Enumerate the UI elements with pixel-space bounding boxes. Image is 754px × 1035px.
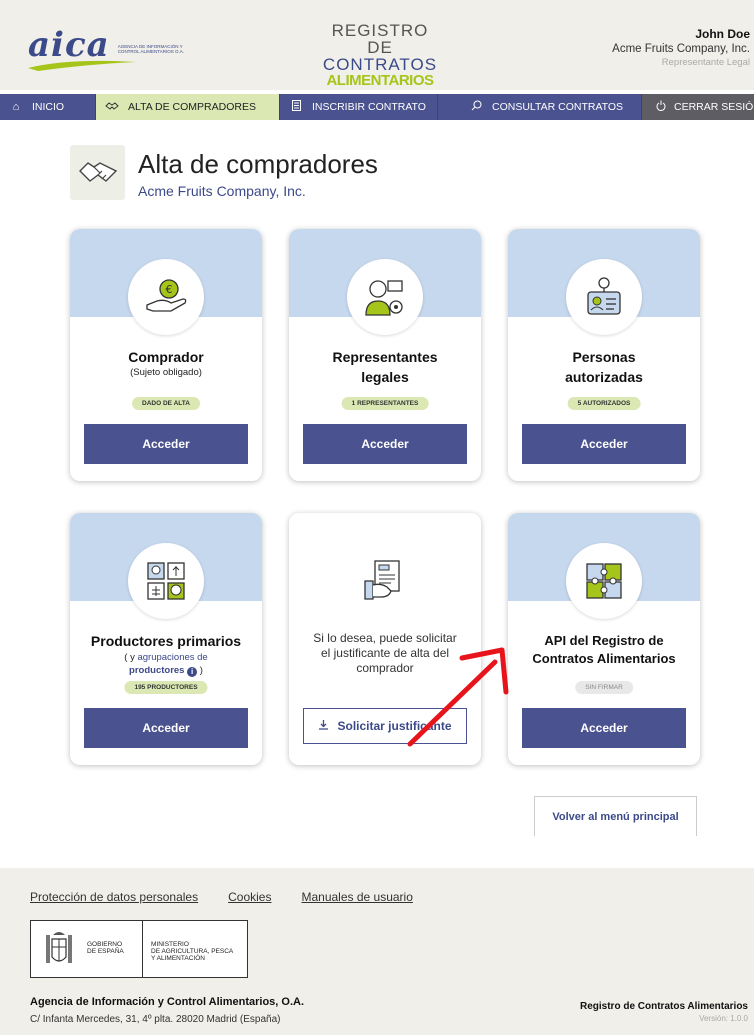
subtitle-suffix: ): [197, 665, 203, 676]
card-title-line2: legales: [361, 369, 409, 385]
annotation-arrow-icon: [407, 647, 509, 747]
representative-icon: [347, 259, 423, 335]
acceder-button[interactable]: Acceder: [84, 424, 248, 464]
card-title-line1: API del Registro de: [544, 633, 664, 648]
status-badge: 5 AUTORIZADOS: [567, 397, 641, 410]
aica-logo[interactable]: aica Agencia de Información y Control Al…: [28, 25, 188, 71]
card-personas-autorizadas: Personas autorizadas 5 AUTORIZADOS Acced…: [508, 229, 700, 481]
acceder-button[interactable]: Acceder: [303, 424, 467, 464]
footer-links: Protección de datos personales Cookies M…: [30, 890, 443, 904]
nav-item-consultar-contratos[interactable]: CONSULTAR CONTRATOS: [438, 94, 642, 120]
card-title-line2: autorizadas: [565, 369, 643, 385]
government-logo: Gobierno de España Ministerio de Agricul…: [30, 920, 248, 978]
nav-label: CONSULTAR CONTRATOS: [492, 101, 624, 113]
home-icon: ⌂: [12, 101, 20, 113]
app-header: aica Agencia de Información y Control Al…: [0, 0, 754, 90]
nav-label: CERRAR SESIÓN: [674, 101, 754, 113]
agrupaciones-link[interactable]: agrupaciones de: [137, 652, 207, 663]
coat-of-arms-icon: [31, 921, 87, 977]
card-representantes-legales: Representantes legales 1 REPRESENTANTES …: [289, 229, 481, 481]
logo-wordmark: aica: [28, 25, 110, 65]
gov-line2: de España: [87, 948, 124, 955]
handshake-icon: [70, 145, 125, 200]
page-footer: Protección de datos personales Cookies M…: [0, 868, 754, 1035]
registry-brand: REGISTRO DE CONTRATOS ALIMENTARIOS: [320, 22, 440, 89]
brand-line3: ALIMENTARIOS: [326, 72, 434, 89]
producers-grid-icon: [128, 543, 204, 619]
status-badge: DADO DE ALTA: [132, 397, 200, 410]
handshake-icon: [104, 101, 120, 114]
ministry-line1: Ministerio: [151, 941, 189, 948]
user-name: John Doe: [695, 27, 750, 41]
card-title-line2: Contratos Alimentarios: [532, 651, 676, 666]
info-icon[interactable]: i: [187, 667, 198, 677]
agency-name: Agencia de Información y Control Aliment…: [30, 996, 305, 1008]
card-title: Productores primarios: [90, 633, 242, 649]
logo-swoosh-icon: [28, 60, 136, 71]
nav-item-inscribir-contrato[interactable]: INSCRIBIR CONTRATO: [280, 94, 438, 120]
card-title-line1: Personas: [572, 349, 636, 365]
ministry-line2: de Agricultura, Pesca: [151, 948, 234, 955]
nav-label: INSCRIBIR CONTRATO: [312, 101, 426, 113]
footer-link-privacy[interactable]: Protección de datos personales: [30, 890, 198, 904]
page-subtitle: Acme Fruits Company, Inc.: [138, 183, 306, 199]
ministry-text: Ministerio de Agricultura, Pesca y Alime…: [143, 921, 233, 977]
ministry-line3: y Alimentación: [151, 955, 205, 962]
nav-item-alta-compradores[interactable]: ALTA DE COMPRADORES: [96, 94, 280, 120]
card-title: Comprador: [128, 349, 204, 365]
user-info: John Doe Acme Fruits Company, Inc. Repre…: [612, 27, 750, 68]
productores-link[interactable]: productores: [129, 665, 184, 676]
euro-hand-icon: €: [128, 259, 204, 335]
id-badge-icon: [566, 259, 642, 335]
power-icon: [656, 100, 666, 114]
puzzle-icon: [566, 543, 642, 619]
footer-link-cookies[interactable]: Cookies: [228, 890, 271, 904]
brand-line2: CONTRATOS: [322, 55, 438, 74]
nav-item-inicio[interactable]: ⌂ INICIO: [0, 94, 96, 120]
gov-line1: Gobierno: [87, 941, 123, 948]
card-subtitle: (Sujeto obligado): [130, 367, 202, 378]
acceder-button[interactable]: Acceder: [522, 424, 686, 464]
page-title: Alta de compradores: [138, 149, 378, 179]
back-to-main-menu-button[interactable]: Volver al menú principal: [534, 796, 697, 836]
brand-line1: REGISTRO DE: [331, 21, 429, 57]
card-title-line1: Representantes: [332, 349, 438, 365]
gobierno-text: Gobierno de España: [87, 921, 142, 977]
subtitle-prefix: ( y: [124, 652, 138, 663]
nav-label: ALTA DE COMPRADORES: [128, 101, 256, 113]
nav-label: INICIO: [32, 101, 65, 113]
card-productores-primarios: Productores primarios ( y agrupaciones d…: [70, 513, 262, 765]
card-subtitle: ( y agrupaciones de productores i ): [70, 651, 262, 677]
main-nav: ⌂ INICIO ALTA DE COMPRADORES INSCRIBIR C…: [0, 94, 754, 120]
status-badge: SIN FIRMAR: [575, 681, 633, 694]
search-icon: [468, 100, 484, 114]
user-company: Acme Fruits Company, Inc.: [612, 43, 750, 55]
card-comprador: € Comprador (Sujeto obligado) DADO DE AL…: [70, 229, 262, 481]
agency-address: C/ Infanta Mercedes, 31, 4º plta. 28020 …: [30, 1014, 281, 1025]
acceder-button[interactable]: Acceder: [84, 708, 248, 748]
card-api-registro: API del Registro de Contratos Alimentari…: [508, 513, 700, 765]
registry-name: Registro de Contratos Alimentarios: [580, 1001, 748, 1012]
nav-item-cerrar-sesion[interactable]: CERRAR SESIÓN: [642, 94, 754, 120]
version-label: Versión: 1.0.0: [699, 1014, 748, 1023]
footer-link-manuals[interactable]: Manuales de usuario: [301, 890, 412, 904]
svg-text:€: €: [166, 283, 173, 296]
document-icon: [288, 100, 304, 114]
download-icon: [318, 719, 329, 733]
status-badge: 1 REPRESENTANTES: [341, 397, 429, 410]
user-role: Representante Legal: [661, 57, 750, 68]
acceder-button[interactable]: Acceder: [522, 708, 686, 748]
status-badge: 195 PRODUCTORES: [124, 681, 208, 694]
logo-subtitle: Agencia de Información y Control Aliment…: [117, 44, 184, 54]
certificate-hand-icon: [361, 557, 409, 608]
